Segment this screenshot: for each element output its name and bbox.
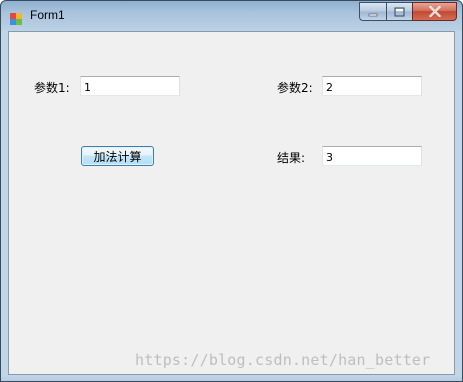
minimize-icon (368, 2, 378, 21)
close-button[interactable] (412, 2, 457, 21)
maximize-icon (394, 2, 405, 21)
window-title: Form1 (30, 8, 65, 22)
close-icon (428, 2, 441, 21)
minimize-button[interactable] (359, 2, 386, 21)
form-client-area: 参数1: 参数2: 加法计算 结果: (8, 31, 455, 375)
add-calculate-button[interactable]: 加法计算 (81, 146, 154, 166)
result-input[interactable] (322, 146, 422, 166)
param2-input[interactable] (322, 76, 422, 96)
window-bottom-border (1, 375, 462, 381)
watermark-text: https://blog.csdn.net/han_better (135, 351, 431, 369)
title-bar[interactable]: Form1 (1, 1, 462, 30)
caption-buttons (359, 2, 457, 21)
param2-label: 参数2: (277, 81, 313, 95)
maximize-button[interactable] (386, 2, 412, 21)
app-window: Form1 参数1: 参数2: 加法计算 结果: (0, 0, 463, 382)
param1-label: 参数1: (34, 81, 70, 95)
param1-input[interactable] (80, 76, 180, 96)
winforms-app-icon[interactable] (10, 10, 22, 25)
result-label: 结果: (277, 151, 306, 165)
